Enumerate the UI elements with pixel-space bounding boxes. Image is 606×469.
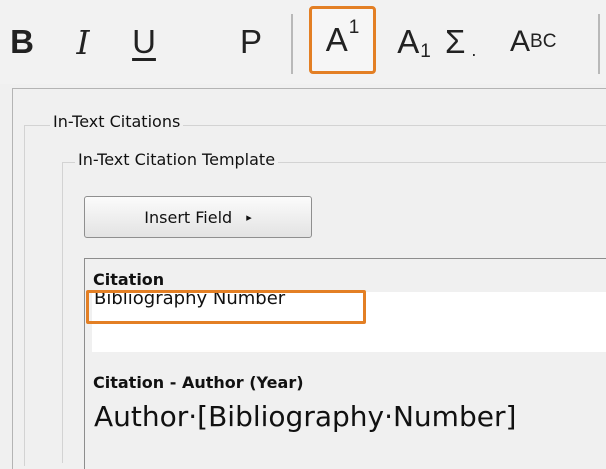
superscript-mark: 1 [348,17,360,38]
insert-field-label: Insert Field [144,207,233,227]
citation-heading: Citation [93,270,165,289]
subscript-base: A [397,23,420,60]
author-year-template-text: Author·[Bibliography·Number] [94,400,517,433]
subscript-mark: 1 [420,41,431,62]
toolbar-separator [291,14,293,74]
in-text-citations-title: In-Text Citations [50,112,184,131]
small-caps-big: A [510,25,531,58]
toolbar-separator [598,14,600,74]
superscript-button[interactable]: A1 [309,6,376,74]
bold-button[interactable]: B [2,10,42,74]
formatting-toolbar: B I U P A1 A1 Σ. A BC [0,0,606,84]
chevron-right-icon: ▸ [246,210,252,224]
insert-field-button[interactable]: Insert Field ▸ [84,196,312,238]
plain-text-button[interactable]: P [232,10,270,74]
small-caps-button[interactable]: A BC [510,10,582,74]
author-year-heading: Citation - Author (Year) [93,373,304,392]
author-year-template-field[interactable]: Author·[Bibliography·Number] [92,398,606,457]
symbol-button[interactable]: Σ. [445,10,507,74]
citation-template-title: In-Text Citation Template [75,150,279,169]
symbol-dot: . [471,39,477,60]
sigma-icon: Σ [445,23,466,60]
superscript-base: A [325,21,348,58]
subscript-button[interactable]: A1 [392,10,436,74]
underline-button[interactable]: U [126,10,162,74]
highlight-outline [86,290,366,324]
small-caps-small: BC [530,31,557,52]
italic-button[interactable]: I [65,10,101,74]
